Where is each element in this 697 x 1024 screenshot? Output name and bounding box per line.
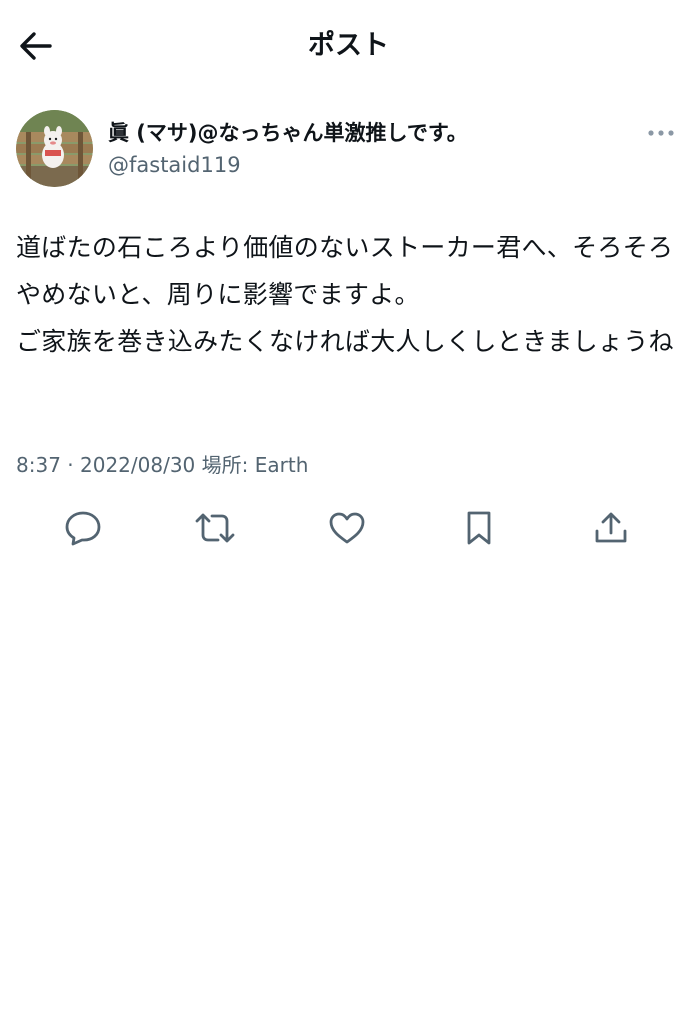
post-author: 眞 (マサ)@なっちゃん単激推しです。 @fastaid119 [16, 110, 681, 190]
avatar[interactable] [16, 110, 93, 187]
author-display-name[interactable]: 眞 (マサ)@なっちゃん単激推しです。 [108, 118, 468, 148]
action-bar [0, 502, 697, 554]
top-bar: ポスト [0, 0, 697, 92]
like-icon [328, 511, 366, 545]
repost-button[interactable] [189, 502, 241, 554]
more-horizontal-icon [647, 129, 675, 137]
post-text-line: 道ばたの石ころより価値のないストーカー君へ、そろそろやめないと、周りに影響でます… [16, 233, 674, 309]
more-options-button[interactable] [641, 118, 681, 148]
post-location[interactable]: Earth [255, 453, 309, 477]
bookmark-button[interactable] [453, 502, 505, 554]
post-metadata: 8:37 · 2022/08/30 場所: Earth [16, 449, 308, 481]
repost-icon [194, 511, 236, 545]
post-time[interactable]: 8:37 [16, 453, 61, 477]
author-handle[interactable]: @fastaid119 [108, 150, 241, 180]
share-icon [593, 510, 629, 546]
post-text-line: ご家族を巻き込みたくなければ大人しくしときましょうね [16, 327, 674, 356]
post-text: 道ばたの石ころより価値のないストーカー君へ、そろそろやめないと、周りに影響でます… [16, 224, 676, 365]
post-date[interactable]: 2022/08/30 [80, 453, 195, 477]
meta-separator: · [67, 453, 74, 477]
page-title: ポスト [308, 30, 389, 61]
share-button[interactable] [585, 502, 637, 554]
like-button[interactable] [321, 502, 373, 554]
reply-icon [64, 510, 102, 546]
reply-button[interactable] [57, 502, 109, 554]
bookmark-icon [464, 510, 494, 546]
location-label: 場所: [201, 453, 249, 477]
